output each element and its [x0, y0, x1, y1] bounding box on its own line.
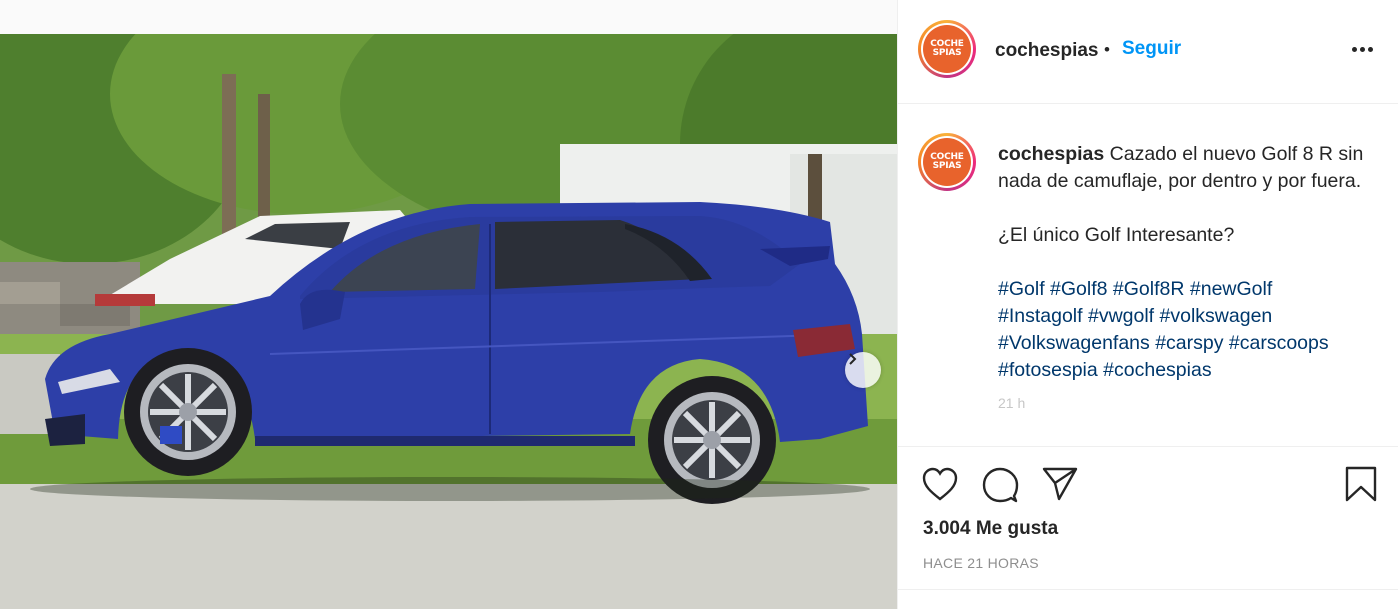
avatar-logo: COCHE SPIAS [923, 25, 971, 73]
hashtag-link[interactable]: #carspy [1155, 332, 1223, 354]
avatar-text-bottom: SPIAS [932, 161, 962, 171]
hashtag-link[interactable]: #cochespias [1103, 359, 1211, 381]
avatar-logo: COCHE SPIAS [923, 138, 971, 186]
bookmark-icon [1345, 466, 1377, 502]
header-separator: • [1104, 40, 1110, 59]
heart-icon [922, 467, 958, 501]
hashtag-link[interactable]: #newGolf [1190, 278, 1272, 300]
caption-text-line2: ¿El único Golf Interesante? [998, 224, 1235, 246]
author-username[interactable]: cochespias [995, 40, 1099, 62]
hashtag-link[interactable]: #Golf8 [1050, 278, 1107, 300]
post-photo[interactable] [0, 34, 897, 609]
like-button[interactable] [921, 466, 959, 502]
caption-username[interactable]: cochespias [998, 143, 1104, 165]
post-media [0, 0, 897, 609]
hashtag-link[interactable]: #vwgolf [1088, 305, 1154, 327]
car-photo-illustration [0, 34, 897, 609]
instagram-post-view: COCHE SPIAS cochespias • Seguir COCHE SP… [0, 0, 1398, 609]
follow-button[interactable]: Seguir [1122, 38, 1181, 60]
chevron-right-icon [849, 353, 857, 365]
comment-button[interactable] [981, 466, 1019, 504]
more-options-icon[interactable] [1352, 47, 1373, 52]
hashtag-link[interactable]: #Golf8R [1113, 278, 1185, 300]
divider [898, 589, 1398, 590]
caption-time: 21 h [998, 395, 1026, 411]
hashtag-link[interactable]: #volkswagen [1160, 305, 1273, 327]
save-button[interactable] [1344, 465, 1378, 503]
caption-author-avatar[interactable]: COCHE SPIAS [918, 133, 976, 191]
post-header: COCHE SPIAS cochespias • Seguir [898, 0, 1398, 104]
avatar-text-bottom: SPIAS [932, 48, 962, 58]
post-timestamp[interactable]: HACE 21 HORAS [923, 555, 1039, 571]
send-icon [1042, 467, 1078, 501]
likes-count[interactable]: 3.004 Me gusta [923, 518, 1058, 540]
hashtag-link[interactable]: #fotosespia [998, 359, 1098, 381]
caption-hashtags: #Golf #Golf8 #Golf8R #newGolf #Instagolf… [998, 276, 1378, 384]
share-button[interactable] [1041, 466, 1079, 502]
author-avatar[interactable]: COCHE SPIAS [918, 20, 976, 78]
post-caption: cochespias Cazado el nuevo Golf 8 R sin … [998, 141, 1378, 439]
hashtag-link[interactable]: #Instagolf [998, 305, 1083, 327]
hashtag-link[interactable]: #carscoops [1229, 332, 1329, 354]
next-photo-button[interactable] [845, 352, 881, 388]
post-sidebar: COCHE SPIAS cochespias • Seguir COCHE SP… [897, 0, 1398, 609]
hashtag-link[interactable]: #Golf [998, 278, 1045, 300]
comment-icon [982, 467, 1019, 503]
divider [898, 446, 1398, 447]
hashtag-link[interactable]: #Volkswagenfans [998, 332, 1150, 354]
